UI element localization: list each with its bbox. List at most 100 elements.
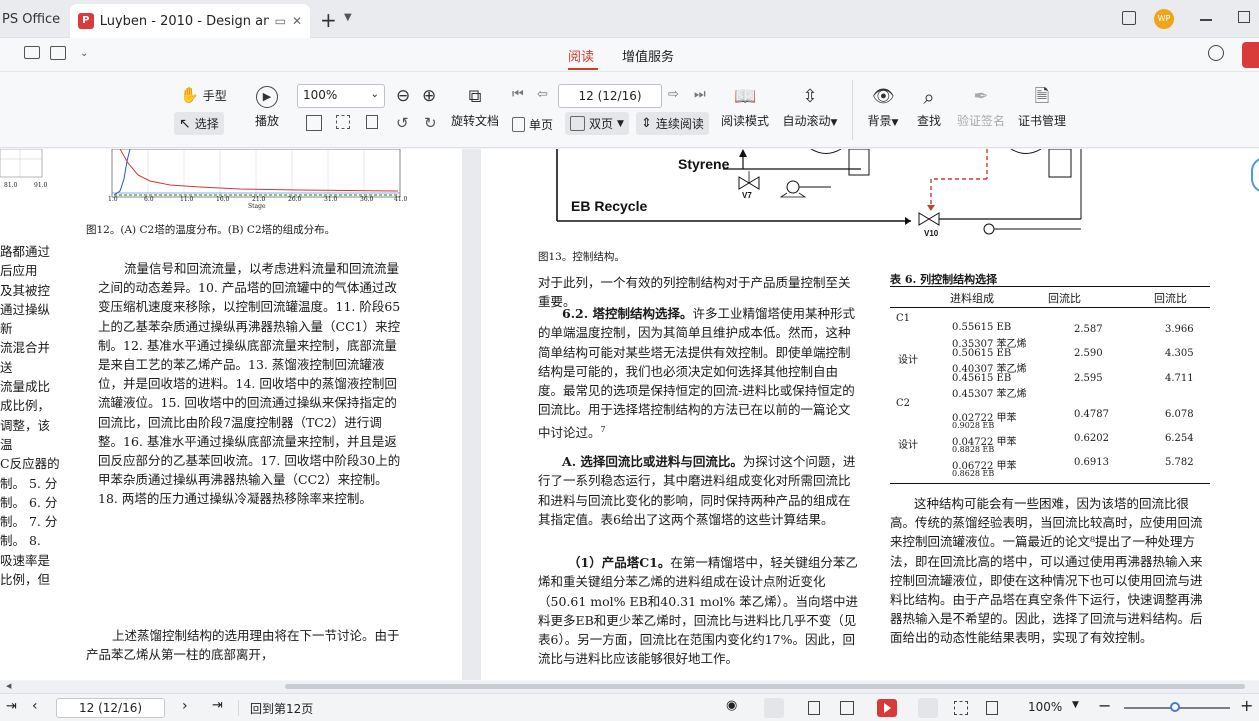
page-left: 81.0 91.0 1.0 6.0 11.0 16.0 21.0 26.0 31… xyxy=(0,149,462,680)
last-page-icon[interactable]: ⇥ xyxy=(212,698,223,713)
find-button[interactable]: ⌕ 查找 xyxy=(914,86,944,129)
verify-sign-button[interactable]: ✒ 验证签名 xyxy=(956,86,1006,129)
single-view-icon[interactable] xyxy=(808,701,820,715)
tab-value-added[interactable]: 增值服务 xyxy=(622,46,674,65)
upload-cloud-icon[interactable] xyxy=(1208,45,1224,61)
next-page-icon[interactable]: › xyxy=(182,698,188,714)
hand-tool-button[interactable]: ✋ 手型 xyxy=(180,86,227,104)
table-cell: 0.45307 苯乙烯 xyxy=(952,389,1027,400)
zoom-in-icon[interactable]: ⊕ xyxy=(422,86,436,106)
paragraph-bottom: 上述蒸馏控制结构的选用理由将在下一节讨论。由于产品苯乙烯从第一柱的底部离开， xyxy=(86,628,400,663)
document-area[interactable]: 81.0 91.0 1.0 6.0 11.0 16.0 21.0 26.0 31… xyxy=(0,149,1259,680)
table-rule xyxy=(890,307,1210,308)
page-input[interactable]: 12 (12/16) xyxy=(558,84,662,108)
tab-wps-office[interactable]: PS Office xyxy=(0,5,68,33)
certificate-icon: 🗎 xyxy=(1034,86,1050,107)
chevron-down-icon[interactable]: ▼ xyxy=(344,12,352,23)
next-page-icon[interactable]: ⇨ xyxy=(668,87,679,102)
background-button[interactable]: 👁 背景▼ xyxy=(864,86,902,129)
diagram-label-v7: V7 xyxy=(742,191,752,200)
zoom-out-icon[interactable]: ⊖ xyxy=(396,86,410,106)
single-page-button[interactable]: 单页 xyxy=(512,116,553,133)
chevron-down-icon: ▼ xyxy=(617,118,624,129)
minimize-icon[interactable] xyxy=(1200,19,1212,21)
zoom-select[interactable]: 100% ⌄ xyxy=(297,84,385,108)
double-page-icon xyxy=(570,116,585,131)
scrollbar-thumb[interactable] xyxy=(285,684,1245,689)
table-cell: 0.55615 EB xyxy=(952,322,1012,333)
actual-size-icon[interactable] xyxy=(366,115,378,129)
double-view-icon[interactable] xyxy=(840,701,854,715)
tick-label: 31.0 xyxy=(324,196,338,203)
tab-bar: PS Office P Luyben - 2010 - Design and ▭… xyxy=(0,0,1259,38)
zoom-slider-handle[interactable] xyxy=(1170,702,1180,712)
prev-page-icon[interactable]: ‹ xyxy=(32,698,38,714)
table-header-rr: 回流比 xyxy=(1048,292,1081,305)
section-product-column: （1）产品塔C1。在第一精馏塔中，轻关键组分苯乙烯和重关键组分苯乙烯的进料组成在… xyxy=(538,555,859,667)
figure-13-diagram xyxy=(556,149,1082,235)
first-page-icon[interactable]: ⏮ xyxy=(512,87,524,102)
print-icon[interactable] xyxy=(50,46,66,60)
zoom-level[interactable]: 100% xyxy=(1028,700,1062,714)
table-cell: 2.590 xyxy=(1074,348,1103,359)
scroll-left-icon[interactable]: ◀ xyxy=(6,682,11,690)
auto-scroll-button[interactable]: ⇳ 自动滚动▼ xyxy=(780,86,840,129)
open-folder-icon[interactable] xyxy=(24,46,40,59)
fit-width-icon[interactable] xyxy=(336,115,350,129)
rotate-left-icon[interactable]: ↺ xyxy=(396,114,409,132)
continuous-read-button[interactable]: ⇕ 连续阅读 xyxy=(636,112,709,135)
chevron-down-icon: ⌄ xyxy=(370,89,379,100)
rotate-right-icon[interactable]: ↻ xyxy=(424,114,437,132)
table-cell: 6.078 xyxy=(1165,409,1194,420)
cert-manage-button[interactable]: 🗎 证书管理 xyxy=(1016,86,1068,129)
book-icon: 📖 xyxy=(734,86,757,107)
read-mode-button[interactable]: 📖 阅读模式 xyxy=(720,86,770,129)
zoom-out-icon[interactable]: − xyxy=(1098,696,1111,715)
continuous-icon: ⇕ xyxy=(641,116,652,131)
monitor-icon[interactable]: ▭ xyxy=(275,14,286,28)
eye-icon[interactable]: ◉ xyxy=(726,698,737,713)
chevron-down-icon[interactable]: ⌄ xyxy=(80,48,88,59)
avatar[interactable]: WP xyxy=(1154,9,1174,29)
table-cell: 0.6913 xyxy=(1074,457,1109,468)
menu-bar: ⌄ 阅读 增值服务 xyxy=(0,38,1259,72)
maximize-icon[interactable] xyxy=(1238,11,1250,23)
rotate-doc-button[interactable]: ⧉ 旋转文档 xyxy=(451,86,499,129)
figure-caption: 图12。(A) C2塔的温度分布。(B) C2塔的组成分布。 xyxy=(86,224,336,236)
new-tab-button[interactable]: + xyxy=(320,8,337,32)
ribbon: ✋ 手型 ↖ 选择 ▶ 播放 100% ⌄ ↺ ↻ ⊖ ⊕ ⧉ 旋转文档 ⏮ ⇦ 12… xyxy=(0,72,1259,148)
auto-scroll-icon: ⇳ xyxy=(802,86,818,107)
play-button[interactable]: ▶ 播放 xyxy=(252,86,282,129)
left-column-fragment: 路都通过 后应用 及其被控 通过操纵新 流混合并送 流量成比 成比例， 调整，该… xyxy=(0,244,60,588)
tab-document[interactable]: P Luyben - 2010 - Design and ▭ ✕ xyxy=(70,4,310,38)
toggle-sidebar-icon[interactable]: ⇥ xyxy=(6,699,17,714)
chevron-down-icon[interactable]: ▼ xyxy=(1072,700,1079,710)
select-tool-button[interactable]: ↖ 选择 xyxy=(174,112,224,135)
fit-page-icon[interactable] xyxy=(306,115,322,131)
fit-page-view-icon[interactable] xyxy=(918,698,938,718)
last-page-icon[interactable]: ⏭ xyxy=(694,87,706,102)
actual-size-view-icon[interactable] xyxy=(986,701,998,715)
prev-page-icon[interactable]: ⇦ xyxy=(537,87,548,102)
close-icon[interactable]: ✕ xyxy=(292,14,302,28)
section-6-2: 6.2. 塔控制结构选择。许多工业精馏塔使用某种形式的单端温度控制，因为其简单且… xyxy=(538,306,855,440)
continuous-view-icon[interactable] xyxy=(764,698,784,718)
rotate-doc-icon: ⧉ xyxy=(468,86,482,107)
double-page-button[interactable]: 双页 ▼ xyxy=(565,112,629,135)
pdf-icon: P xyxy=(78,13,94,29)
side-action-button[interactable] xyxy=(1242,42,1259,68)
page-right: Styrene V7 EB Recycle V10 图13。控制结构。 对于此列… xyxy=(481,149,1259,680)
diagram-label-styrene: Styrene xyxy=(678,156,730,172)
tick-label: 36.0 xyxy=(360,196,374,203)
divider xyxy=(238,700,239,716)
table-cell: 0.6202 xyxy=(1074,433,1109,444)
tab-read[interactable]: 阅读 xyxy=(568,46,594,65)
play-icon: ▶ xyxy=(256,86,278,108)
back-to-page-link[interactable]: 回到第12页 xyxy=(250,700,313,717)
status-page-input[interactable]: 12 (12/16) xyxy=(56,698,165,718)
paragraph-right-column: 这种结构可能会有一些困难，因为该塔的回流比很高。传统的蒸馏经验表明，当回流比较高… xyxy=(890,496,1203,646)
figure-12-chart xyxy=(0,149,401,198)
zoom-in-icon[interactable]: + xyxy=(1240,696,1253,715)
restore-window-icon[interactable] xyxy=(1122,11,1136,25)
fit-width-view-icon[interactable] xyxy=(954,701,968,715)
